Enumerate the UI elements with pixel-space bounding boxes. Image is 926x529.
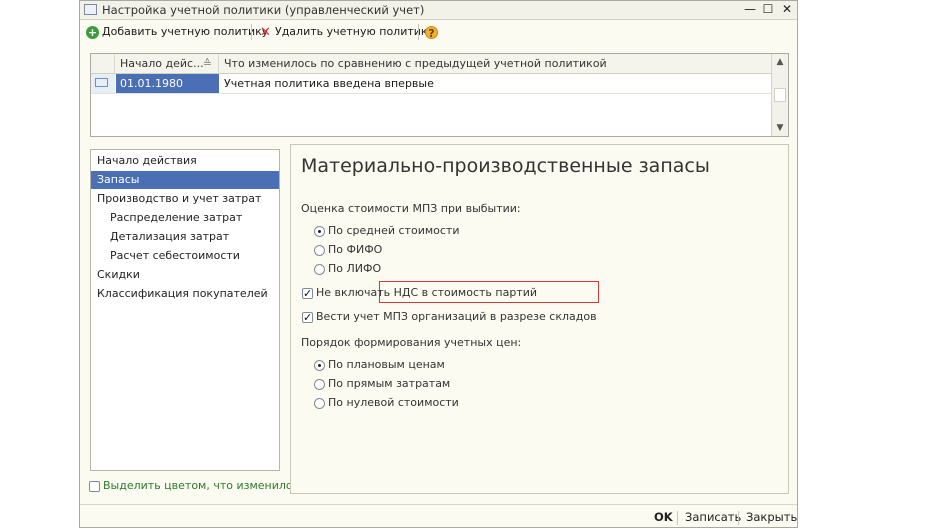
policy-settings-window: Настройка учетной политики (управленческ… <box>79 0 798 528</box>
nav-item-discounts[interactable]: Скидки <box>91 266 279 284</box>
radio-planned-prices-dot[interactable] <box>314 359 325 371</box>
radio-fifo-dot[interactable] <box>314 244 325 256</box>
radio-direct-costs-dot[interactable] <box>314 378 325 390</box>
exclude-vat-checkbox[interactable]: Не включать НДС в стоимость партий <box>302 285 538 302</box>
nav-item-customer-classification[interactable]: Классификация покупателей <box>91 285 279 303</box>
sections-nav: Начало действия Запасы Производство и уч… <box>90 149 280 471</box>
radio-fifo[interactable]: По ФИФО <box>314 242 382 258</box>
add-policy-button[interactable]: + Добавить учетную политику <box>86 23 268 41</box>
inventory-settings-panel: Материально-производственные запасы Оцен… <box>290 144 789 494</box>
toolbar-separator <box>418 24 419 40</box>
warehouse-accounting-label: Вести учет МПЗ организаций в разрезе скл… <box>316 310 597 323</box>
highlight-changes-box[interactable] <box>89 480 100 492</box>
nav-item-inventory[interactable]: Запасы <box>91 171 279 189</box>
valuation-label: Оценка стоимости МПЗ при выбытии: <box>301 202 521 215</box>
scroll-thumb[interactable] <box>774 88 786 102</box>
row-date-cell[interactable]: 01.01.1980 <box>116 74 219 93</box>
scroll-down-icon[interactable]: ▼ <box>772 120 788 136</box>
help-icon: ? <box>425 25 438 40</box>
close-window-button[interactable]: ✕ <box>779 2 795 17</box>
policy-table[interactable]: Начало дейс... ≙ Что изменилось по сравн… <box>90 53 789 137</box>
form-icon <box>84 4 97 15</box>
footer-separator <box>738 511 739 525</box>
sort-icon: ≙ <box>202 57 212 70</box>
header-icon-cell <box>91 54 115 73</box>
radio-direct-costs[interactable]: По прямым затратам <box>314 376 450 392</box>
title-bar: Настройка учетной политики (управленческ… <box>80 1 797 20</box>
toolbar: + Добавить учетную политику ✕ Удалить учет… <box>80 20 797 44</box>
nav-item-costing[interactable]: Расчет себестоимости <box>91 247 279 265</box>
radio-fifo-label: По ФИФО <box>328 243 383 256</box>
toolbar-separator <box>251 24 252 40</box>
pricing-label: Порядок формирования учетных цен: <box>301 336 522 349</box>
scroll-up-icon[interactable]: ▲ <box>772 54 788 70</box>
warehouse-accounting-box[interactable] <box>302 310 313 326</box>
radio-average-cost-label: По средней стоимости <box>328 224 460 237</box>
maximize-button[interactable]: ☐ <box>760 2 776 17</box>
window-title: Настройка учетной политики (управленческ… <box>102 3 425 17</box>
nav-item-production[interactable]: Производство и учет затрат <box>91 190 279 208</box>
save-button[interactable]: Записать <box>685 509 741 525</box>
ok-button[interactable]: OK <box>654 509 673 525</box>
exclude-vat-box[interactable] <box>302 286 313 302</box>
close-button[interactable]: Закрыть <box>746 509 797 525</box>
column-header-date[interactable]: Начало дейс... ≙ <box>116 54 219 73</box>
footer-separator <box>677 511 678 525</box>
footer-bar: OK Записать Закрыть <box>80 504 797 529</box>
table-header: Начало дейс... ≙ Что изменилось по сравн… <box>91 54 772 74</box>
highlight-changes-checkbox[interactable]: Выделить цветом, что изменилось <box>89 479 305 493</box>
row-description-cell[interactable]: Учетная политика введена впервые <box>220 74 772 93</box>
row-policy-icon <box>91 74 115 93</box>
table-row[interactable]: 01.01.1980 Учетная политика введена впер… <box>91 74 772 94</box>
exclude-vat-label: Не включать НДС в стоимость партий <box>316 286 538 299</box>
radio-zero-cost-dot[interactable] <box>314 397 325 409</box>
radio-average-cost[interactable]: По средней стоимости <box>314 223 459 239</box>
delete-icon: ✕ <box>260 24 271 40</box>
radio-average-cost-dot[interactable] <box>314 225 325 237</box>
table-scrollbar[interactable]: ▲ ▼ <box>771 54 788 136</box>
radio-lifo-dot[interactable] <box>314 263 325 275</box>
plus-icon: + <box>86 25 99 39</box>
warehouse-accounting-checkbox[interactable]: Вести учет МПЗ организаций в разрезе скл… <box>302 309 597 326</box>
radio-lifo-label: По ЛИФО <box>328 262 382 275</box>
nav-item-start[interactable]: Начало действия <box>91 152 279 170</box>
delete-policy-label: Удалить учетную политику <box>275 25 435 38</box>
add-policy-label: Добавить учетную политику <box>102 25 269 38</box>
radio-planned-prices-label: По плановым ценам <box>328 358 445 371</box>
radio-zero-cost-label: По нулевой стоимости <box>328 396 459 409</box>
radio-direct-costs-label: По прямым затратам <box>328 377 451 390</box>
panel-title: Материально-производственные запасы <box>301 155 710 177</box>
nav-item-cost-detail[interactable]: Детализация затрат <box>91 228 279 246</box>
column-header-date-label: Начало дейс... <box>120 57 204 70</box>
radio-lifo[interactable]: По ЛИФО <box>314 261 381 277</box>
help-button[interactable]: ? <box>425 23 441 41</box>
radio-planned-prices[interactable]: По плановым ценам <box>314 357 445 373</box>
nav-item-cost-distribution[interactable]: Распределение затрат <box>91 209 279 227</box>
highlight-changes-label: Выделить цветом, что изменилось <box>103 479 306 492</box>
column-header-changes[interactable]: Что изменилось по сравнению с предыдущей… <box>220 54 772 73</box>
minimize-button[interactable]: — <box>742 2 758 17</box>
radio-zero-cost[interactable]: По нулевой стоимости <box>314 395 459 411</box>
delete-policy-button[interactable]: ✕ Удалить учетную политику <box>259 23 434 41</box>
